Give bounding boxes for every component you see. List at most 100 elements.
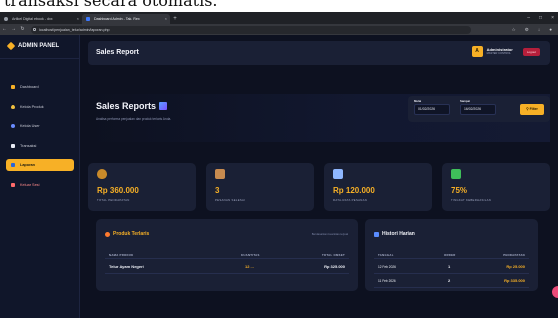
reload-icon[interactable]: ↻ — [18, 24, 27, 35]
tab-label: Dashboard Admin - Tak. Rex — [94, 17, 140, 21]
stat-cards: Rp 360.000 TOTAL PENDAPATAN 3 PESANAN SE… — [88, 163, 550, 211]
table-header: NAMA PRODUK KUANTITAS TOTAL OMSET — [105, 251, 349, 259]
browser-tab[interactable]: Artikel Digital ebook - dxx × — [0, 14, 82, 24]
logout-icon — [11, 182, 15, 187]
panel-note: Berdasarkan kuantitas terjual — [311, 232, 348, 236]
top-header: Sales Report A Administrator MASTER CONT… — [88, 41, 550, 65]
panel-title-text: Histori Harian — [382, 231, 415, 237]
address-bar: ← → ↻ localhost/penjualan_telur/admin/la… — [0, 24, 558, 35]
sidebar-item-keluar-sesi[interactable]: Keluar Sesi — [6, 179, 74, 191]
back-icon[interactable]: ← — [0, 24, 9, 35]
history-income: Rp 25.000 — [506, 264, 525, 269]
egg-icon — [11, 104, 15, 109]
check-icon — [451, 169, 461, 179]
history-order: 2 — [448, 278, 451, 283]
tab-label: Artikel Digital ebook - dxx — [12, 17, 53, 21]
report-title-text: Sales Reports — [96, 101, 157, 111]
column-header: ORDER — [444, 253, 456, 257]
sidebar-menu: Dashboard Kelola Produk Kelola User Tran… — [6, 81, 74, 198]
history-date: 12 Feb 2026 — [378, 265, 396, 269]
diamond-logo-icon — [6, 41, 16, 51]
sidebar-item-dashboard[interactable]: Dashboard — [6, 81, 74, 93]
money-bag-icon — [97, 169, 107, 179]
history-date: 11 Feb 2026 — [378, 279, 396, 283]
top-products-panel: Produk Terlaris Berdasarkan kuantitas te… — [96, 219, 358, 291]
sidebar-item-kelola-user[interactable]: Kelola User — [6, 120, 74, 132]
bookmark-star-icon[interactable]: ☆ — [512, 24, 516, 35]
brand-label: ADMIN PANEL — [18, 43, 60, 49]
forward-icon[interactable]: → — [9, 24, 18, 35]
filter-button[interactable]: ⚲ Filter — [520, 104, 544, 115]
end-date-input[interactable]: 16/02/2026 — [460, 104, 496, 115]
window-controls: – □ × — [527, 12, 554, 24]
logout-button[interactable]: Logout — [522, 47, 540, 56]
download-icon[interactable]: ↓ — [538, 24, 540, 35]
panel-title-text: Produk Terlaris — [113, 231, 150, 237]
close-window-icon[interactable]: × — [551, 12, 554, 24]
stat-card-total-pendapatan: Rp 360.000 TOTAL PENDAPATAN — [88, 163, 196, 211]
browser-tab-active[interactable]: Dashboard Admin - Tak. Rex × — [82, 14, 170, 24]
column-header: PENDAPATAN — [503, 253, 525, 257]
url-input[interactable]: localhost/penjualan_telur/admin/laporan.… — [31, 25, 471, 34]
browser-window: Artikel Digital ebook - dxx × Dashboard … — [0, 12, 558, 318]
stat-card-rata-rata-pesanan: Rp 120.000 RATA-RATA PESANAN — [324, 163, 432, 211]
sidebar-item-laporan[interactable]: Laporan — [6, 159, 74, 171]
report-subtitle: Analisa performa penjualan dan produk te… — [96, 117, 172, 121]
dashboard-favicon-icon — [86, 17, 90, 21]
column-header: TOTAL OMSET — [321, 253, 345, 257]
floating-chat-button[interactable] — [552, 286, 558, 298]
profile-icon[interactable]: ● — [549, 24, 552, 35]
maximize-icon[interactable]: □ — [539, 12, 542, 24]
stat-card-tingkat-keberhasilan: 75% TINGKAT KEBERHASILAN — [442, 163, 550, 211]
browser-tab-strip: Artikel Digital ebook - dxx × Dashboard … — [0, 12, 558, 24]
package-icon — [215, 169, 225, 179]
start-date-input[interactable]: 01/02/2026 — [414, 104, 450, 115]
table-row: 12 Feb 2026 1 Rp 25.000 — [374, 262, 529, 274]
sidebar-item-label: Dashboard — [20, 85, 39, 89]
close-tab-icon[interactable]: × — [165, 14, 167, 24]
sidebar-item-label: Keluar Sesi — [20, 182, 40, 187]
chart-icon — [11, 163, 15, 167]
product-total: Rp 325.000 — [324, 264, 345, 269]
brand: ADMIN PANEL — [6, 41, 60, 51]
minimize-icon[interactable]: – — [527, 12, 530, 24]
sidebar: ADMIN PANEL Dashboard Kelola Produk Kelo… — [0, 35, 80, 318]
table-row: Telur Ayam Negeri 12 ... Rp 325.000 — [105, 262, 349, 274]
bar-chart-icon — [159, 102, 168, 110]
fire-icon — [105, 231, 110, 237]
stat-label: TOTAL PENDAPATAN — [97, 198, 130, 202]
close-tab-icon[interactable]: × — [77, 14, 79, 24]
site-info-icon[interactable] — [33, 28, 36, 31]
stat-label: RATA-RATA PESANAN — [333, 198, 368, 202]
product-qty: 12 ... — [245, 264, 254, 269]
stat-card-pesanan-selesai: 3 PESANAN SELESAI — [206, 163, 314, 211]
divider — [0, 58, 80, 59]
user-role: MASTER CONTROL — [486, 52, 511, 55]
stat-value: 3 — [215, 186, 220, 195]
stat-value: 75% — [451, 186, 468, 195]
stat-value: Rp 120.000 — [333, 186, 375, 195]
new-tab-button[interactable]: + — [170, 14, 180, 24]
panel-title: Produk Terlaris — [105, 231, 149, 237]
daily-history-panel: Histori Harian TANGGAL ORDER PENDAPATAN … — [365, 219, 538, 291]
calendar-icon — [374, 231, 379, 237]
extensions-icon[interactable]: ⚙ — [525, 24, 529, 35]
page-title: Sales Report — [96, 49, 139, 56]
table-row: 11 Feb 2026 2 Rp 335.000 — [374, 276, 529, 288]
user-info: A Administrator MASTER CONTROL Logout — [471, 46, 540, 57]
main-content: Sales Report A Administrator MASTER CONT… — [80, 35, 558, 318]
avatar: A — [471, 46, 483, 57]
receipt-icon — [11, 143, 15, 148]
table-header: TANGGAL ORDER PENDAPATAN — [374, 251, 529, 259]
url-text: localhost/penjualan_telur/admin/laporan.… — [39, 27, 110, 32]
users-icon — [11, 124, 15, 128]
column-header: NAMA PRODUK — [109, 253, 134, 257]
history-order: 1 — [448, 264, 451, 269]
home-icon — [11, 85, 15, 89]
sidebar-item-kelola-produk[interactable]: Kelola Produk — [6, 101, 74, 113]
sidebar-item-transaksi[interactable]: Transaksi — [6, 140, 74, 152]
browser-toolbar: ☆ ⚙ ↓ ● — [512, 24, 552, 35]
report-title: Sales Reports — [96, 101, 168, 111]
start-date-label: Mulai — [414, 99, 422, 103]
column-header: TANGGAL — [378, 253, 394, 257]
